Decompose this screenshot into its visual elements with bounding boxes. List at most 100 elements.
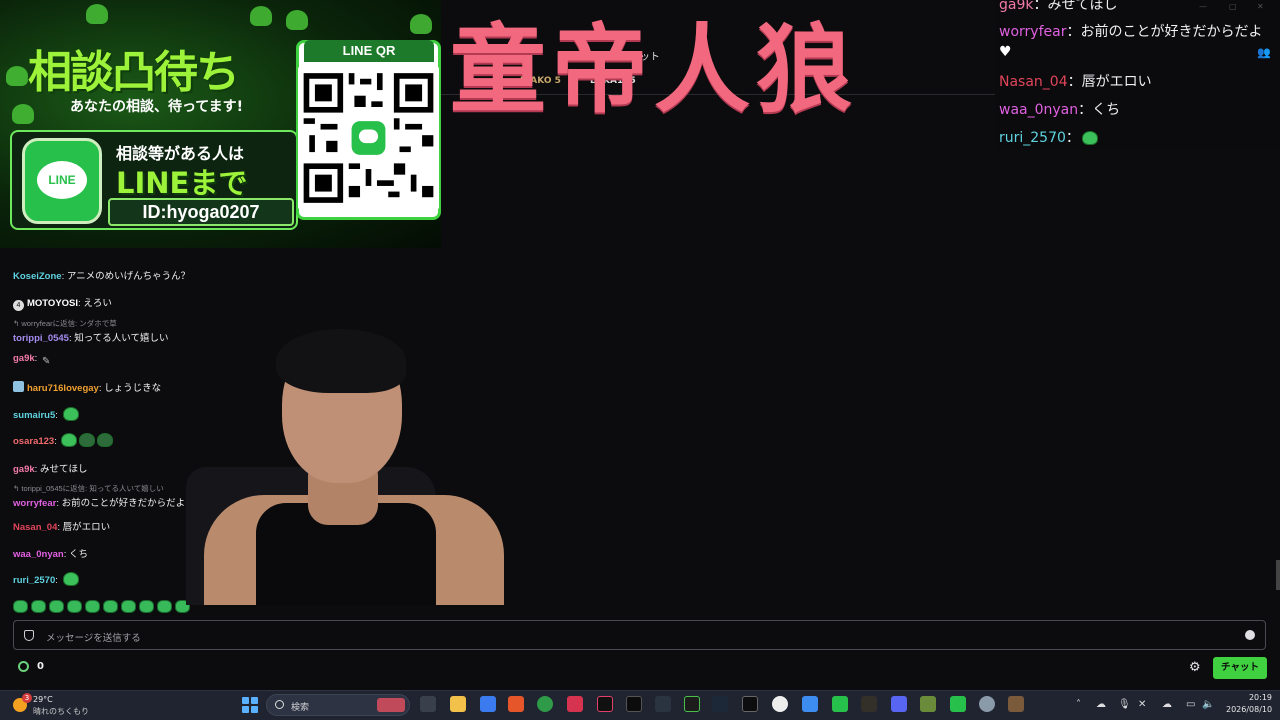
cloud-icon[interactable]: ☁ (1096, 699, 1106, 710)
channel-points-value: 0 (37, 661, 44, 672)
chat-row: Nasan_04: 唇がエロい (13, 522, 111, 533)
weather-temp: 29°C (33, 695, 53, 704)
channel-points[interactable]: 0 (18, 661, 44, 672)
chat-row: KoseiZone: アニメのめいげんちゃうん？ (13, 271, 191, 282)
scrollbar[interactable] (1276, 560, 1280, 590)
banner-subtitle: あなたの相談、待ってます! (70, 99, 243, 115)
app-icon[interactable] (742, 696, 758, 712)
search-highlight-image (377, 698, 405, 712)
reply-context[interactable]: ↰ torippi_0545に返信: 知ってる人いて嬉しい (13, 483, 164, 494)
overlay-chat-row: ga9k：みせてほし (999, 0, 1118, 13)
discord-icon[interactable] (891, 696, 907, 712)
emote-icon[interactable] (121, 600, 136, 613)
chat-row: 4 MOTOYOSI: えろい (13, 295, 112, 311)
chrome-icon[interactable] (537, 696, 553, 712)
emote-icon[interactable] (157, 600, 172, 613)
taskbar-search[interactable]: 検索 (266, 694, 410, 716)
display-icon[interactable]: ▭ (1186, 699, 1195, 710)
sub-badge: 4 (13, 300, 24, 311)
minimize-icon[interactable]: — (1199, 2, 1207, 11)
chat-username[interactable]: torippi_0545 (13, 333, 69, 344)
app-icon[interactable] (567, 696, 583, 712)
chat-username[interactable]: ga9k (13, 464, 35, 475)
emoji-picker-icon[interactable] (1245, 630, 1255, 640)
emote-icon[interactable] (85, 600, 100, 613)
search-icon (275, 700, 284, 709)
ghost-icon (12, 104, 34, 124)
line-logo-text: LINE (48, 173, 76, 187)
ghost-emote-icon (1081, 131, 1098, 145)
app-icon[interactable] (655, 696, 671, 712)
chat-input[interactable]: メッセージを送信する (13, 620, 1266, 650)
pen-emote-icon: ✎ (41, 356, 51, 367)
start-button[interactable] (242, 697, 258, 713)
heart-icon[interactable]: ♥ (999, 44, 1012, 60)
emote-icon[interactable] (103, 600, 118, 613)
close-icon[interactable]: ✕ (1257, 2, 1264, 11)
chat-username[interactable]: sumairu5 (13, 410, 55, 421)
line-logo-icon: LINE (22, 138, 102, 224)
shield-icon[interactable] (24, 630, 34, 641)
chat-username[interactable]: waa_0nyan (13, 549, 64, 560)
chat-row: ruri_2570: (13, 572, 79, 586)
weather-widget[interactable]: 3 29°C 晴れのちくもり (10, 693, 100, 719)
chat-text: みせてほし (39, 464, 88, 475)
chat-text: しょうじきな (104, 383, 162, 394)
close-icon[interactable]: ✕ (1138, 699, 1146, 710)
terminal-icon[interactable] (626, 696, 642, 712)
line-app-icon[interactable] (950, 696, 966, 712)
onedrive-icon[interactable]: ☁ (1162, 699, 1172, 710)
app-icon[interactable] (802, 696, 818, 712)
microphone-icon[interactable]: 🎙 (1118, 699, 1131, 710)
app-icon[interactable] (861, 696, 877, 712)
chat-username[interactable]: worryfear (13, 498, 56, 509)
gear-icon[interactable]: ⚙ (1189, 661, 1202, 674)
app-icon[interactable] (1008, 696, 1024, 712)
steam-icon[interactable] (712, 696, 728, 712)
emote-icon[interactable] (67, 600, 82, 613)
app-icon[interactable] (684, 696, 700, 712)
emote-icon[interactable] (31, 600, 46, 613)
chat-username[interactable]: MOTOYOSI (27, 298, 78, 309)
emote-quick-bar (13, 600, 190, 613)
emote-icon[interactable] (139, 600, 154, 613)
emote-icon[interactable] (13, 600, 28, 613)
chevron-up-icon[interactable]: ˄ (1076, 699, 1081, 710)
line-id: ID:hyoga0207 (108, 198, 294, 226)
overlay-chat-row: ruri_2570： (999, 127, 1098, 147)
chat-username[interactable]: ga9k (13, 353, 35, 364)
minecraft-icon[interactable] (920, 696, 936, 712)
line-app-icon[interactable] (832, 696, 848, 712)
chat-username[interactable]: ruri_2570 (13, 575, 55, 586)
chat-username[interactable]: haru716lovegay (27, 383, 99, 394)
ghost-icon (410, 14, 432, 34)
avatar-icon (13, 381, 24, 392)
settings-icon[interactable] (979, 696, 995, 712)
chat-row: haru716lovegay: しょうじきな (13, 380, 161, 394)
overlay-chat-row: worryfear：お前のことが好きだからだよ (999, 24, 1263, 40)
app-icon[interactable] (480, 696, 496, 712)
obs-icon[interactable] (772, 696, 788, 712)
chat-username[interactable]: KoseiZone (13, 271, 62, 282)
chat-username[interactable]: Nasan_04 (13, 522, 57, 533)
chat-text: えろい (83, 298, 112, 309)
users-icon[interactable]: 👥 (1257, 46, 1271, 59)
file-explorer-icon[interactable] (450, 696, 466, 712)
ghost-icon (286, 10, 308, 30)
send-chat-button[interactable]: チャット (1213, 657, 1267, 679)
brave-browser-icon[interactable] (508, 696, 524, 712)
system-tray: ˄ ☁ 🎙 ✕ ☁ ▭ 🔈 (1072, 690, 1214, 720)
volume-icon[interactable]: 🔈 (1202, 699, 1214, 710)
reply-context[interactable]: ↰ worryfearに返信: ンダホで草 (13, 318, 117, 329)
task-view-icon[interactable] (420, 696, 436, 712)
banner-title: 相談凸待ち (28, 47, 240, 98)
chat-text: くち (68, 549, 88, 560)
chat-text: お前のことが好きだからだよ (61, 498, 186, 509)
frog-emote-icon (97, 433, 114, 447)
taskbar-search-placeholder: 検索 (291, 703, 310, 713)
emote-icon[interactable] (49, 600, 64, 613)
taskbar-clock[interactable]: 20:19 2026/08/10 (1226, 692, 1272, 716)
maximize-icon[interactable]: ▢ (1229, 2, 1237, 11)
tiktok-icon[interactable] (597, 696, 613, 712)
chat-username[interactable]: osara123 (13, 436, 54, 447)
